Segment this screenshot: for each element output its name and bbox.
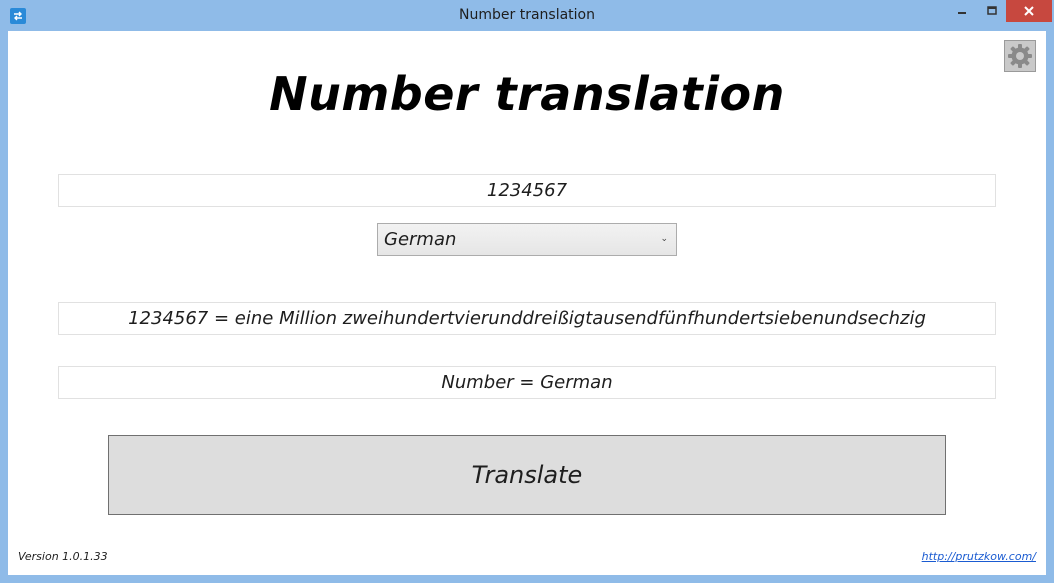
- version-label: Version 1.0.1.33: [18, 550, 108, 563]
- chevron-down-icon: ⌄: [660, 234, 668, 244]
- language-select[interactable]: German ⌄: [377, 223, 677, 256]
- client-area: Number translation German ⌄ 1234567 = ei…: [8, 31, 1046, 575]
- minimize-button[interactable]: [945, 0, 979, 22]
- app-window: Number translation Number translation 12…: [0, 0, 1054, 583]
- language-selected-value: German: [384, 229, 457, 250]
- page-title: Number translation: [269, 67, 785, 121]
- title-bar[interactable]: Number translation: [0, 0, 1054, 32]
- minimize-icon: [958, 12, 966, 14]
- close-button[interactable]: [1006, 0, 1052, 22]
- mode-field[interactable]: Number = German: [58, 366, 996, 399]
- maximize-button[interactable]: [979, 0, 1005, 22]
- window-title: Number translation: [459, 7, 595, 23]
- close-icon: [1024, 6, 1034, 16]
- number-input[interactable]: [58, 174, 996, 207]
- maximize-icon: [987, 6, 997, 15]
- result-field[interactable]: 1234567 = eine Million zweihundertvierun…: [58, 302, 996, 335]
- website-link[interactable]: http://prutzkow.com/: [922, 550, 1036, 563]
- gear-icon: [1008, 44, 1032, 68]
- translate-button[interactable]: Translate: [108, 435, 946, 515]
